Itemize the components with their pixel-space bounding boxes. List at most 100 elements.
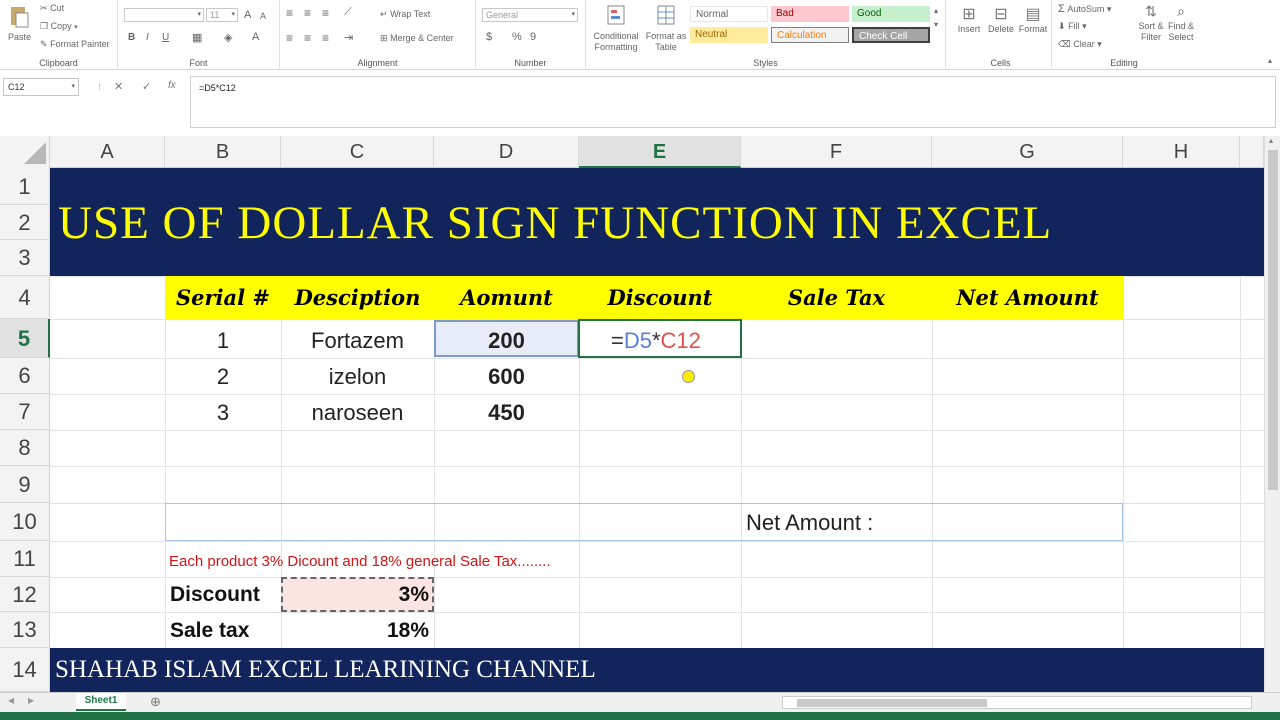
row-header-10[interactable]: 10	[0, 503, 50, 541]
table-cell-description[interactable]: Fortazem	[281, 328, 434, 354]
row-header-9[interactable]: 9	[0, 466, 50, 503]
format-button[interactable]: ▤ Format	[1018, 4, 1048, 34]
formula-input[interactable]: =D5*C12	[190, 76, 1276, 128]
row-header-4[interactable]: 4	[0, 276, 50, 319]
table-cell-description[interactable]: izelon	[281, 364, 434, 390]
table-cell-amount[interactable]: 200	[434, 328, 579, 354]
header-amount[interactable]: Aomunt	[434, 276, 579, 319]
column-header-b[interactable]: B	[165, 136, 281, 168]
align-left-icon[interactable]: ≡	[286, 31, 293, 45]
row-header-11[interactable]: 11	[0, 541, 50, 577]
column-header-a[interactable]: A	[50, 136, 165, 168]
row-header-12[interactable]: 12	[0, 577, 50, 612]
insert-function-button[interactable]: fx	[168, 80, 176, 91]
tab-scroll-right-icon[interactable]: ▶	[28, 696, 34, 705]
column-header-h[interactable]: H	[1123, 136, 1240, 168]
font-name-combo[interactable]: ▾	[124, 8, 204, 22]
style-check-cell[interactable]: Check Cell	[852, 27, 930, 43]
header-discount[interactable]: Discount	[579, 276, 741, 319]
paste-button[interactable]: Paste	[4, 4, 34, 44]
styles-scroll-up-icon[interactable]: ▴	[934, 6, 938, 15]
copy-button[interactable]: ❐ Copy ▾	[40, 21, 78, 32]
scroll-up-icon[interactable]: ▴	[1269, 136, 1273, 145]
cancel-formula-button[interactable]: ✕	[114, 80, 123, 93]
align-bottom-icon[interactable]: ≡	[322, 6, 329, 20]
row-header-3[interactable]: 3	[0, 240, 50, 276]
delete-button[interactable]: ⊟ Delete	[986, 4, 1016, 34]
insert-button[interactable]: ⊞ Insert	[954, 4, 984, 34]
table-cell-serial[interactable]: 1	[165, 328, 281, 354]
style-bad[interactable]: Bad	[771, 6, 849, 22]
table-cell-serial[interactable]: 2	[165, 364, 281, 390]
name-box[interactable]: C12 ▾	[3, 78, 79, 96]
sale-tax-value[interactable]: 18%	[387, 619, 429, 643]
header-net-amount[interactable]: Net Amount	[932, 276, 1123, 319]
font-color-icon[interactable]: A	[252, 31, 259, 43]
styles-scroll-down-icon[interactable]: ▾	[934, 20, 938, 29]
row-header-13[interactable]: 13	[0, 612, 50, 648]
align-top-icon[interactable]: ≡	[286, 6, 293, 20]
shrink-font-icon[interactable]: A	[260, 11, 266, 21]
header-description[interactable]: Desciption	[281, 276, 434, 319]
row-header-6[interactable]: 6	[0, 358, 50, 394]
row-header-1[interactable]: 1	[0, 168, 50, 205]
header-serial[interactable]: Serial #	[165, 276, 281, 319]
italic-button[interactable]: I	[146, 32, 149, 43]
align-middle-icon[interactable]: ≡	[304, 6, 311, 20]
select-all-button[interactable]	[0, 136, 50, 168]
style-neutral[interactable]: Neutral	[690, 27, 768, 43]
borders-icon[interactable]: ▦	[192, 31, 202, 44]
header-sale-tax[interactable]: Sale Tax	[741, 276, 932, 319]
fill-button[interactable]: ⬇ Fill ▾	[1058, 21, 1087, 32]
table-cell-serial[interactable]: 3	[165, 400, 281, 426]
table-cell-amount[interactable]: 600	[434, 364, 579, 390]
row-header-7[interactable]: 7	[0, 394, 50, 430]
column-header-e[interactable]: E	[579, 136, 741, 168]
add-sheet-icon[interactable]: ⊕	[150, 694, 161, 710]
percent-button[interactable]: %	[512, 31, 522, 43]
align-right-icon[interactable]: ≡	[322, 31, 329, 45]
style-calculation[interactable]: Calculation	[771, 27, 849, 43]
cell-formula-edit[interactable]: =D5*C12	[611, 328, 701, 354]
enter-formula-button[interactable]: ✓	[142, 80, 151, 93]
column-header-f[interactable]: F	[741, 136, 932, 168]
conditional-formatting-button[interactable]: Conditional Formatting	[590, 4, 642, 54]
style-good[interactable]: Good	[852, 6, 930, 22]
horizontal-scrollbar[interactable]	[782, 696, 1252, 709]
clear-button[interactable]: ⌫ Clear ▾	[1058, 39, 1102, 50]
column-header-c[interactable]: C	[281, 136, 434, 168]
tab-scroll-left-icon[interactable]: ◀	[8, 696, 14, 705]
find-select-button[interactable]: ⌕ Find & Select	[1166, 3, 1196, 43]
align-center-icon[interactable]: ≡	[304, 31, 311, 45]
row-header-5[interactable]: 5	[0, 319, 50, 358]
indent-icon[interactable]: ⇥	[344, 31, 353, 44]
row-header-14[interactable]: 14	[0, 648, 50, 692]
tab-sheet1[interactable]: Sheet1	[76, 693, 126, 711]
vertical-scroll-thumb[interactable]	[1268, 150, 1278, 490]
vertical-scrollbar[interactable]: ▴	[1264, 136, 1280, 692]
bold-button[interactable]: B	[128, 32, 135, 43]
column-header-g[interactable]: G	[932, 136, 1123, 168]
format-as-table-button[interactable]: Format as Table	[644, 4, 688, 54]
font-size-combo[interactable]: 11 ▾	[206, 8, 238, 22]
currency-button[interactable]: $	[486, 31, 492, 43]
fill-color-icon[interactable]: ◈	[224, 31, 232, 44]
number-format-combo[interactable]: General ▾	[482, 8, 578, 22]
row-header-2[interactable]: 2	[0, 205, 50, 240]
column-header-i[interactable]	[1240, 136, 1264, 168]
grow-font-icon[interactable]: A	[244, 9, 251, 21]
style-normal[interactable]: Normal	[690, 6, 768, 22]
format-painter-button[interactable]: ✎ Format Painter	[40, 39, 110, 50]
cut-button[interactable]: ✂ Cut	[40, 3, 64, 14]
wrap-text-button[interactable]: ↵ Wrap Text	[380, 9, 430, 20]
horizontal-scroll-thumb[interactable]	[797, 699, 987, 707]
orientation-icon[interactable]: ⟋	[344, 6, 352, 19]
row-header-8[interactable]: 8	[0, 430, 50, 466]
table-cell-description[interactable]: naroseen	[281, 400, 434, 426]
autosum-button[interactable]: Σ AutoSum ▾	[1058, 3, 1111, 15]
merge-center-button[interactable]: ⊞ Merge & Center	[380, 33, 454, 44]
comma-button[interactable]: 9	[530, 31, 536, 43]
column-header-d[interactable]: D	[434, 136, 579, 168]
collapse-ribbon-icon[interactable]: ▴	[1268, 56, 1272, 65]
underline-button[interactable]: U	[162, 32, 169, 43]
